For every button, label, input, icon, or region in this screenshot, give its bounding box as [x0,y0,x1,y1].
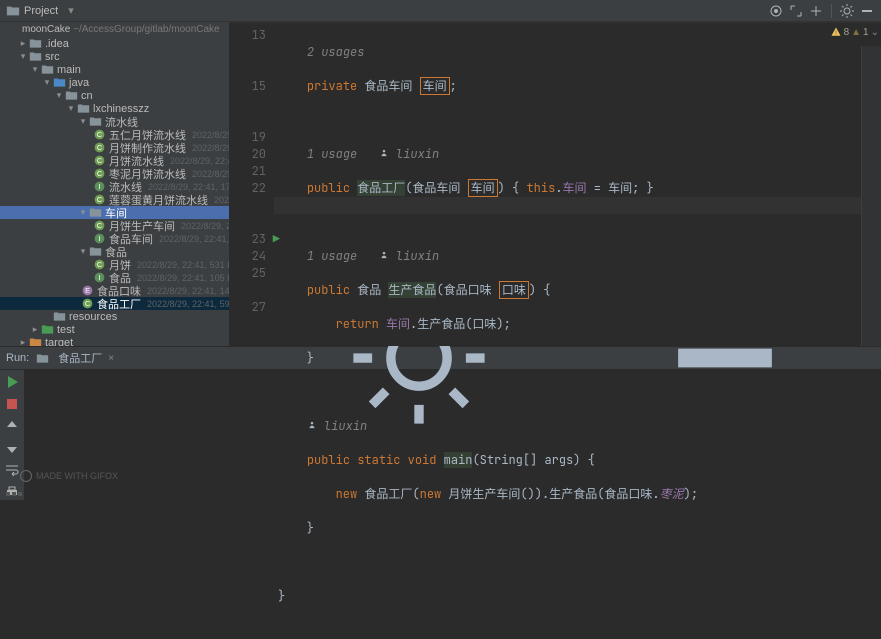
project-root: moonCake [22,24,70,35]
status-dots [6,492,22,496]
tree-item-cn[interactable]: ▾cn [0,89,229,102]
project-label: Project [24,5,58,17]
settings-icon[interactable] [839,3,855,19]
run-tab-close-icon[interactable]: × [108,353,114,364]
project-path: ~/AccessGroup/gitlab/moonCake [73,24,219,35]
tree-item-src[interactable]: ▾src [0,50,229,63]
project-dropdown-icon[interactable]: ▾ [68,4,74,17]
tree-item-idea[interactable]: ▸.idea [0,37,229,50]
watermark: MADE WITH GIFOX [20,470,118,482]
expand-all-icon[interactable] [788,3,804,19]
tree-item-target[interactable]: ▸target [0,336,229,346]
project-tree[interactable]: moonCake ~/AccessGroup/gitlab/moonCake ▸… [0,22,230,346]
tree-item-c1[interactable]: ·食品工厂2022/8/29, 22:41, 592 B Mm [0,297,229,310]
tree-item-test[interactable]: ▸test [0,323,229,336]
project-icon [6,4,20,18]
code-area[interactable]: 13 15 19202122 23▶2425 27 2 usages priva… [230,23,881,639]
hide-icon[interactable] [859,3,875,19]
tree-item-resources[interactable]: ·resources [0,310,229,323]
tree-item-main[interactable]: ▾main [0,63,229,76]
run-config-name: 食品工厂 [58,350,102,366]
project-toolbar: Project ▾ [0,0,881,22]
gutter: 13 15 19202122 23▶2425 27 [230,23,274,639]
run-config-icon [35,351,49,365]
tree-item-java[interactable]: ▾java [0,76,229,89]
minimap[interactable] [861,46,881,346]
collapse-all-icon[interactable] [808,3,824,19]
locate-icon[interactable] [768,3,784,19]
code-content[interactable]: 2 usages private 食品车间 车间; 1 usage liuxin… [274,23,698,639]
editor: 食品工厂.java× 五仁月饼流水线.java× 月饼流水线.java× 枣泥月… [230,22,881,346]
